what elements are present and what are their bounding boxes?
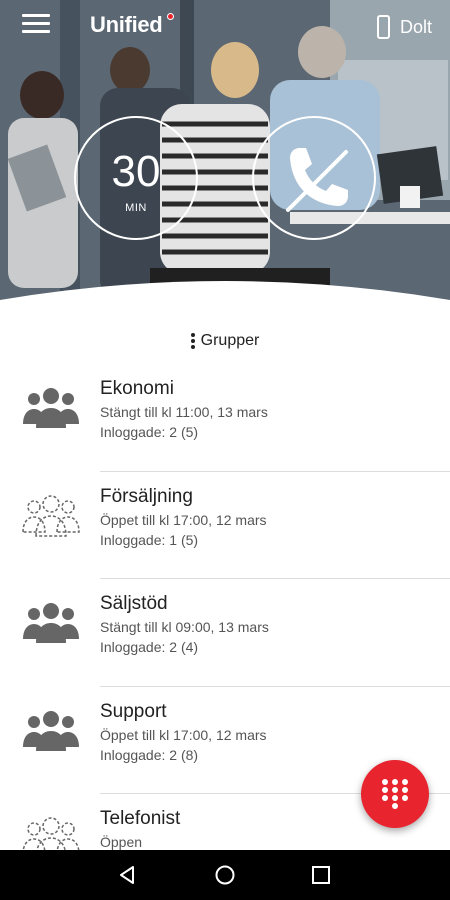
home-icon[interactable] — [214, 864, 236, 886]
group-name: Telefonist — [100, 808, 181, 829]
group-status: Öppen — [100, 834, 143, 850]
dialpad-icon — [382, 779, 408, 809]
group-filled-icon — [23, 388, 79, 428]
group-logged-in: Inloggade: 2 (8) — [100, 746, 199, 763]
group-status: Stängt till kl 09:00, 13 mars — [100, 619, 269, 635]
mobile-phone-icon — [376, 15, 390, 39]
hero-banner: Unified Dolt 30 MIN — [0, 0, 450, 318]
menu-icon[interactable] — [22, 14, 50, 38]
top-bar: Unified Dolt — [0, 0, 450, 52]
recent-apps-icon[interactable] — [310, 864, 332, 886]
group-row-saljstod[interactable]: Säljstöd Stängt till kl 09:00, 13 mars I… — [0, 579, 450, 687]
system-nav-bar — [0, 850, 450, 900]
group-name: Försäljning — [100, 485, 193, 507]
group-name: Säljstöd — [100, 593, 168, 614]
app-logo: Unified — [90, 12, 163, 37]
timer-unit: MIN — [125, 202, 147, 214]
groups-menu-button[interactable]: Grupper — [0, 326, 450, 356]
group-status: Stängt till kl 11:00, 13 mars — [100, 404, 268, 420]
group-name: Support — [100, 700, 167, 722]
timer-button[interactable]: 30 MIN — [74, 116, 198, 240]
group-logged-in: Inloggade: 2 (4) — [100, 639, 199, 655]
dialpad-button[interactable] — [361, 760, 429, 828]
timer-value: 30 — [111, 147, 161, 196]
groups-label: Grupper — [200, 332, 260, 349]
group-row-forsaljning[interactable]: Försäljning Öppet till kl 17:00, 12 mars… — [0, 472, 450, 579]
status-toggle[interactable]: Dolt — [376, 14, 432, 40]
group-row-ekonomi[interactable]: Ekonomi Stängt till kl 11:00, 13 mars In… — [0, 364, 450, 472]
group-logged-in: Inloggade: 2 (5) — [100, 424, 199, 440]
back-icon[interactable] — [116, 864, 138, 886]
group-status: Öppet till kl 17:00, 12 mars — [100, 726, 267, 743]
group-logged-in: Inloggade: 1 (5) — [100, 531, 199, 548]
group-outline-icon — [22, 494, 80, 537]
phone-off-icon — [286, 148, 348, 212]
more-vert-icon — [190, 333, 195, 349]
group-filled-icon — [23, 603, 79, 643]
logo-dot-icon — [167, 13, 174, 20]
group-status: Öppet till kl 17:00, 12 mars — [100, 511, 267, 528]
status-label: Dolt — [399, 16, 432, 37]
group-filled-icon — [23, 710, 79, 751]
call-forward-button[interactable] — [252, 116, 376, 240]
group-name: Ekonomi — [100, 378, 174, 399]
